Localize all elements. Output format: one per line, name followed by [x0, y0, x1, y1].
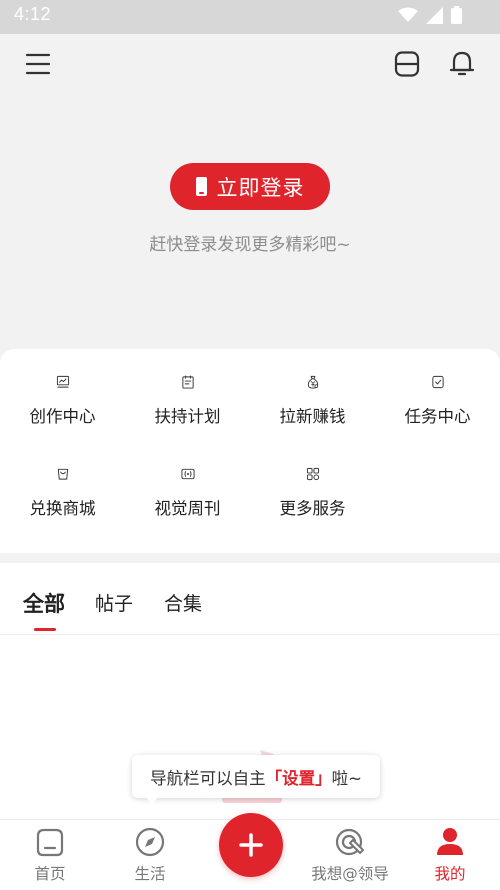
feature-item-creation-center[interactable]: 创作中心 — [0, 349, 125, 427]
phone-icon — [195, 177, 207, 196]
battery-icon — [451, 6, 462, 24]
menu-icon[interactable] — [25, 51, 51, 77]
tooltip-text-after: 啦~ — [331, 768, 362, 788]
shopping-bag-icon — [57, 468, 68, 480]
broadcast-icon — [180, 468, 195, 480]
feature-label: 创作中心 — [29, 407, 96, 426]
tab-all[interactable]: 全部 — [23, 588, 65, 618]
home-icon — [36, 828, 64, 857]
feature-item-exchange-mall[interactable]: 兑换商城 — [0, 441, 125, 519]
money-bag-icon — [307, 375, 318, 389]
nav-label: 我的 — [434, 865, 466, 883]
login-button-label: 立即登录 — [216, 175, 305, 200]
nav-item-my-idea[interactable]: 我想@领导 — [300, 826, 400, 884]
nav-item-home[interactable]: 首页 — [0, 826, 100, 884]
status-icons — [398, 6, 462, 24]
login-hint: 赶快登录发现更多精彩吧~ — [149, 235, 351, 255]
task-check-icon — [431, 375, 444, 389]
login-button[interactable]: 立即登录 — [170, 163, 330, 210]
feature-label: 任务中心 — [404, 407, 471, 426]
tab-collections[interactable]: 合集 — [164, 589, 202, 616]
wifi-icon — [398, 7, 418, 22]
compass-icon — [135, 827, 165, 857]
tab-active-indicator — [34, 628, 56, 631]
tooltip-arrow — [145, 796, 159, 804]
target-pen-icon — [335, 828, 364, 856]
feature-label: 更多服务 — [279, 499, 346, 518]
create-post-button[interactable] — [219, 813, 283, 877]
plus-icon — [239, 833, 263, 857]
person-icon — [437, 828, 463, 855]
nav-item-mine[interactable]: 我的 — [400, 826, 500, 884]
chart-monitor-icon — [56, 375, 69, 388]
signal-icon — [426, 6, 443, 24]
feature-item-more-services[interactable]: 更多服务 — [250, 441, 375, 519]
feature-label: 视觉周刊 — [154, 499, 221, 518]
nav-item-life[interactable]: 生活 — [100, 826, 200, 884]
nav-settings-tooltip: 导航栏可以自主 「设置」 啦~ — [132, 755, 380, 798]
nav-label: 生活 — [134, 865, 166, 883]
feature-label: 兑换商城 — [29, 499, 96, 518]
feature-item-referral-earn[interactable]: 拉新赚钱 — [250, 349, 375, 427]
nav-label: 我想@领导 — [311, 865, 389, 883]
feature-label: 扶持计划 — [154, 407, 221, 426]
nav-label: 首页 — [34, 865, 66, 883]
bell-icon[interactable] — [449, 50, 475, 76]
tab-posts[interactable]: 帖子 — [95, 589, 133, 616]
feature-item-task-center[interactable]: 任务中心 — [375, 349, 500, 427]
tabs-divider — [0, 634, 500, 635]
feature-item-support-plan[interactable]: 扶持计划 — [125, 349, 250, 427]
scan-icon[interactable] — [394, 51, 420, 77]
grid-icon — [306, 467, 319, 481]
clipboard-icon — [181, 375, 194, 389]
feature-item-visual-weekly[interactable]: 视觉周刊 — [125, 441, 250, 519]
tooltip-highlight[interactable]: 「设置」 — [266, 765, 332, 789]
status-time: 4:12 — [14, 4, 52, 24]
feature-label: 拉新赚钱 — [279, 407, 346, 426]
tooltip-text-before: 导航栏可以自主 — [150, 768, 266, 788]
